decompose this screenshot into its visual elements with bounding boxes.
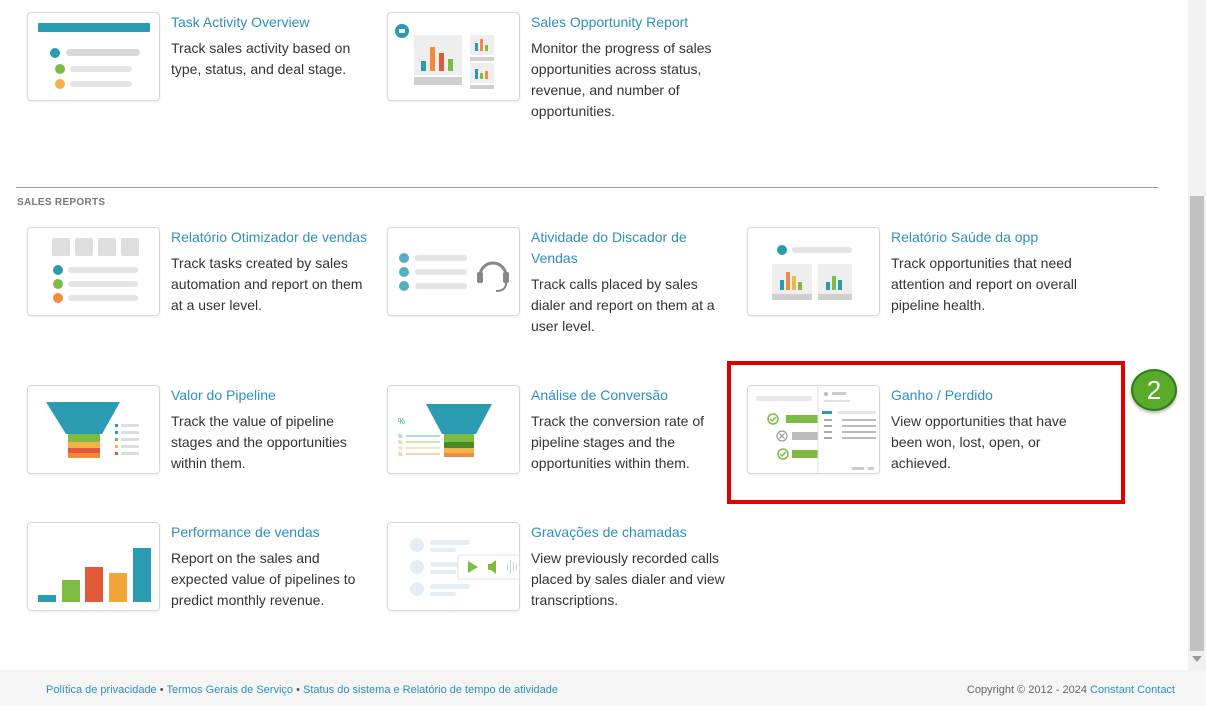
status-link[interactable]: Status do sistema e Relatório de tempo d… xyxy=(303,684,558,696)
section-divider xyxy=(16,187,1158,188)
report-description: Report on the sales and expected value o… xyxy=(171,550,356,608)
report-description: Track tasks created by sales automation … xyxy=(171,255,363,313)
report-description: Monitor the progress of sales opportunit… xyxy=(531,40,712,119)
report-description: Track opportunities that need attention … xyxy=(891,255,1078,313)
call-recording-icon[interactable] xyxy=(387,522,520,611)
health-chart-icon[interactable] xyxy=(747,227,880,316)
report-title[interactable]: Atividade do Discador de Vendas xyxy=(531,227,731,269)
terms-link[interactable]: Termos Gerais de Serviço xyxy=(166,684,293,696)
footer-separator: • xyxy=(159,684,164,696)
footer: Política de privacidade • Termos Gerais … xyxy=(0,670,1206,706)
funnel-icon[interactable] xyxy=(27,385,160,474)
report-title[interactable]: Relatório Otimizador de vendas xyxy=(171,227,371,248)
highlight-box xyxy=(727,361,1125,504)
task-list-icon[interactable] xyxy=(27,12,160,101)
step-badge: 2 xyxy=(1131,369,1177,411)
user-list-icon[interactable] xyxy=(27,227,160,316)
bar-chart-icon[interactable] xyxy=(387,12,520,101)
report-description: View previously recorded calls placed by… xyxy=(531,550,725,608)
copyright-text: Copyright © 2012 - 2024 xyxy=(966,684,1087,696)
report-title[interactable]: Relatório Saúde da opp xyxy=(891,227,1091,248)
footer-separator: • xyxy=(296,684,300,696)
report-title[interactable]: Análise de Conversão xyxy=(531,385,731,406)
vertical-scrollbar[interactable] xyxy=(1188,0,1206,670)
copyright: Copyright © 2012 - 2024 Constant Contact xyxy=(967,684,1175,696)
brand-link[interactable]: Constant Contact xyxy=(1090,684,1175,696)
report-description: Track calls placed by sales dialer and r… xyxy=(531,276,715,334)
scroll-down-arrow-icon[interactable] xyxy=(1192,656,1202,662)
scrollbar-thumb[interactable] xyxy=(1190,196,1204,651)
report-title[interactable]: Gravações de chamadas xyxy=(531,522,731,543)
report-description: Track the conversion rate of pipeline st… xyxy=(531,413,705,471)
report-title[interactable]: Task Activity Overview xyxy=(171,12,371,33)
report-title[interactable]: Performance de vendas xyxy=(171,522,371,543)
performance-bars-icon[interactable] xyxy=(27,522,160,611)
headset-icon[interactable] xyxy=(387,227,520,316)
conversion-funnel-icon[interactable]: % % % % % xyxy=(387,385,520,474)
footer-links: Política de privacidade • Termos Gerais … xyxy=(46,684,558,696)
section-label: SALES REPORTS xyxy=(17,197,106,208)
report-description: Track the value of pipeline stages and t… xyxy=(171,413,347,471)
report-title[interactable]: Valor do Pipeline xyxy=(171,385,371,406)
privacy-link[interactable]: Política de privacidade xyxy=(46,684,157,696)
svg-text:%: % xyxy=(398,452,403,458)
report-description: Track sales activity based on type, stat… xyxy=(171,40,351,77)
svg-text:%: % xyxy=(398,417,405,426)
report-title[interactable]: Sales Opportunity Report xyxy=(531,12,731,33)
